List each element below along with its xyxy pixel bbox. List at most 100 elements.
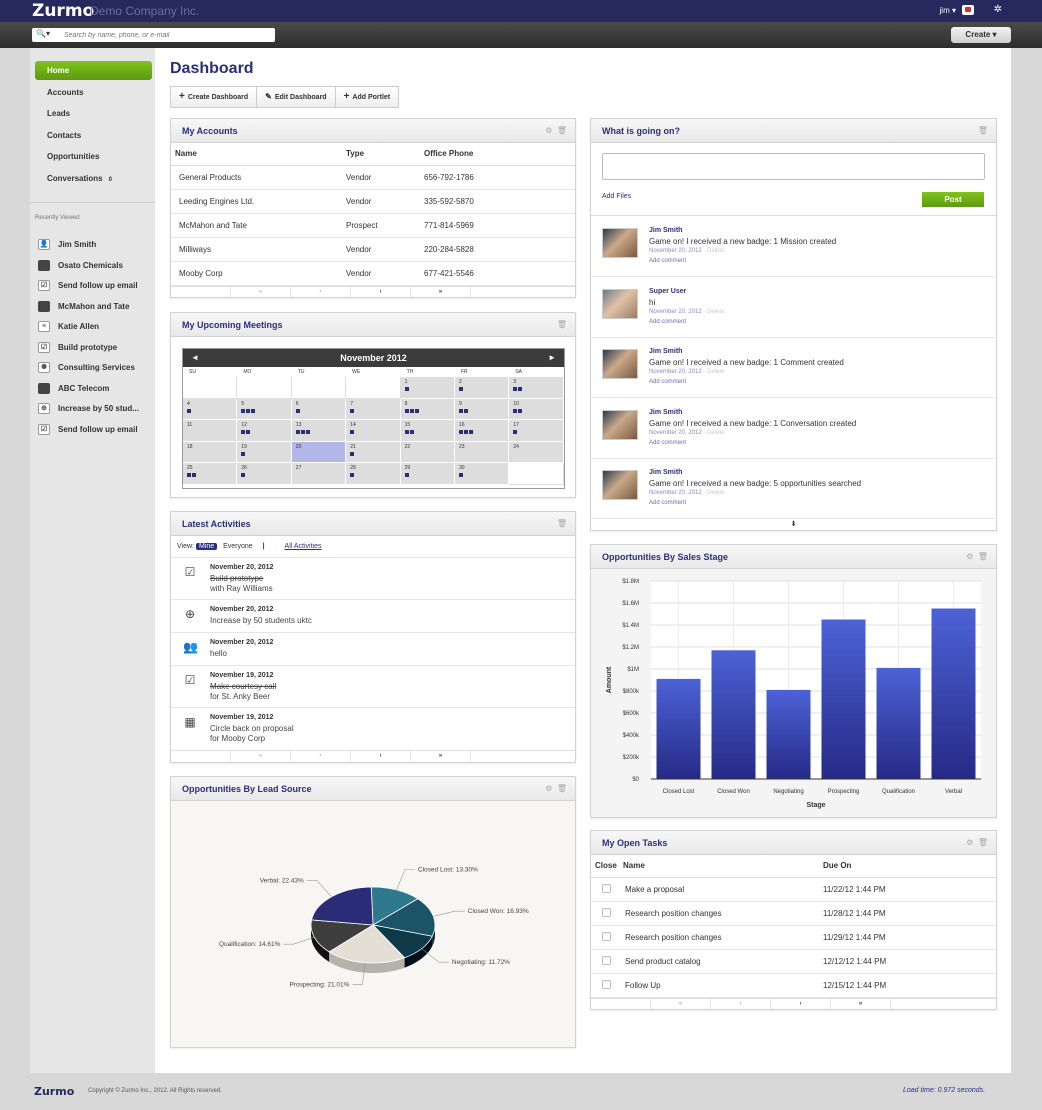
task-name-link[interactable]: Make a proposal [621, 877, 821, 902]
calendar-day[interactable]: 6 [291, 398, 347, 421]
activity-subject[interactable]: Make courtesy call [210, 682, 276, 691]
avatar[interactable] [602, 470, 638, 501]
last-page-button[interactable]: » [831, 999, 891, 1009]
zurmo-logo[interactable]: Zurmo [32, 1, 94, 21]
table-row[interactable]: General Products Vendor 656-792-1786 [171, 165, 575, 190]
close-task-checkbox[interactable] [602, 955, 611, 965]
activity-item[interactable]: ☑ November 19, 2012 Make courtesy call for … [171, 666, 575, 708]
close-task-checkbox[interactable] [602, 979, 611, 989]
task-name-link[interactable]: Send product catalog [621, 949, 821, 974]
all-activities-link[interactable]: All Activities [285, 543, 322, 550]
calendar-day[interactable]: 16 [455, 420, 510, 442]
meeting-markers[interactable] [459, 473, 464, 478]
feed-author-link[interactable]: Jim Smith [649, 469, 682, 476]
calendar-day[interactable]: 12 [237, 420, 292, 442]
meeting-markers[interactable] [404, 387, 410, 391]
recently-viewed-item[interactable]: ■ Osato Chemicals [38, 259, 123, 273]
table-row[interactable]: Make a proposal 11/22/12 1:44 PM [591, 877, 996, 902]
last-page-button[interactable]: » [411, 287, 471, 297]
calendar-day[interactable]: 1 [400, 377, 455, 399]
delete-link[interactable]: Delete [707, 248, 724, 254]
delete-link[interactable]: Delete [707, 430, 724, 436]
trash-icon[interactable]: 🗑 [557, 320, 567, 329]
activity-item[interactable]: 👥 November 20, 2012 hello [171, 633, 575, 666]
close-task-checkbox[interactable] [602, 931, 611, 941]
prev-page-button[interactable]: ‹ [291, 751, 351, 761]
recently-viewed-item[interactable]: ✺ Consulting Services [38, 361, 135, 375]
column-header[interactable]: Name [171, 143, 343, 166]
recently-viewed-item[interactable]: ■ McMahon and Tate [38, 300, 129, 314]
calendar-day[interactable]: 2 [455, 377, 510, 399]
add-files-link[interactable]: Add Files [602, 193, 631, 200]
account-name-link[interactable]: Leeding Engines Ltd. [171, 189, 343, 214]
sidebar-item-leads[interactable]: Leads [35, 104, 152, 123]
meeting-markers[interactable] [404, 473, 410, 478]
calendar-day[interactable]: 15 [400, 420, 455, 442]
first-page-button[interactable]: « [231, 287, 291, 297]
prev-page-button[interactable]: ‹ [711, 999, 771, 1009]
filter-everyone[interactable]: Everyone [223, 543, 253, 550]
avatar[interactable] [602, 288, 638, 319]
account-name-link[interactable]: McMahon and Tate [171, 213, 343, 238]
calendar-day[interactable]: 20 [291, 441, 347, 464]
add-portlet-button[interactable]: + Add Portlet [336, 87, 399, 107]
next-page-button[interactable]: › [351, 287, 411, 297]
add-comment-link[interactable]: Add comment [649, 379, 686, 385]
table-row[interactable]: Research position changes 11/29/12 1:44 P… [591, 925, 996, 950]
feed-author-link[interactable]: Jim Smith [649, 348, 682, 355]
meeting-markers[interactable] [295, 408, 301, 413]
bar-closed-lost[interactable] [656, 678, 701, 779]
calendar-day[interactable]: 19 [237, 441, 292, 464]
bar-prospecting[interactable] [821, 619, 866, 780]
activity-item[interactable]: ⊕ November 20, 2012 Increase by 50 student… [171, 600, 575, 633]
calendar-day[interactable]: 29 [400, 463, 455, 485]
calendar-day[interactable]: 4 [183, 398, 238, 421]
trash-icon[interactable]: 🗑 [557, 126, 567, 135]
calendar-day[interactable]: 18 [183, 441, 238, 464]
account-name-link[interactable]: General Products [171, 165, 343, 190]
table-row[interactable]: Milliways Vendor 220-284-5828 [171, 237, 575, 262]
feed-author-link[interactable]: Super User [649, 288, 686, 295]
sidebar-item-opportunities[interactable]: Opportunities [35, 147, 152, 166]
next-page-button[interactable]: › [351, 751, 411, 761]
column-header[interactable]: Close [591, 855, 621, 878]
avatar[interactable] [602, 228, 638, 258]
recently-viewed-item[interactable]: ☑ Send follow up email [38, 279, 138, 293]
meeting-markers[interactable] [513, 387, 523, 391]
table-row[interactable]: Send product catalog 12/12/12 1:44 PM [591, 949, 996, 974]
feed-post-input[interactable] [602, 153, 985, 180]
activity-subject[interactable]: Increase by 50 students uktc [210, 616, 312, 625]
calendar-day[interactable]: 30 [455, 463, 510, 485]
trash-icon[interactable]: 🗑 [978, 126, 988, 135]
calendar-day[interactable]: 28 [346, 463, 401, 485]
calendar-day[interactable]: 17 [509, 420, 564, 442]
sidebar-item-home[interactable]: Home [35, 61, 152, 80]
meeting-markers[interactable] [241, 408, 256, 413]
calendar-day[interactable]: 11 [183, 420, 238, 442]
calendar-day[interactable]: 14 [346, 420, 401, 442]
table-row[interactable]: Leeding Engines Ltd. Vendor 335-592-5870 [171, 189, 575, 214]
avatar[interactable] [602, 349, 638, 380]
add-comment-link[interactable]: Add comment [649, 500, 686, 506]
trash-icon[interactable]: 🗑 [557, 784, 567, 793]
meeting-markers[interactable] [459, 430, 474, 435]
first-page-button[interactable]: « [231, 751, 291, 761]
calendar-day[interactable]: 24 [509, 441, 564, 464]
activity-subject[interactable]: hello [210, 649, 227, 658]
create-dashboard-button[interactable]: + Create Dashboard [171, 87, 258, 107]
column-header[interactable]: Type [343, 143, 421, 166]
meeting-markers[interactable] [513, 430, 518, 435]
recently-viewed-item[interactable]: ☑ Send follow up email [38, 423, 138, 437]
sidebar-item-contacts[interactable]: Contacts [35, 126, 152, 145]
last-page-button[interactable]: » [411, 751, 471, 761]
close-task-checkbox[interactable] [602, 883, 611, 893]
trash-icon[interactable]: 🗑 [557, 519, 567, 528]
settings-gear-icon[interactable]: ✲ [994, 4, 1002, 15]
table-row[interactable]: McMahon and Tate Prospect 771-814-5969 [171, 213, 575, 238]
calendar-day[interactable]: 13 [291, 420, 347, 442]
calendar-day[interactable]: 26 [237, 463, 292, 485]
bar-verbal[interactable] [931, 608, 976, 780]
activity-item[interactable]: ▦ November 19, 2012 Circle back on proposa… [171, 708, 575, 751]
table-row[interactable]: Follow Up 12/15/12 1:44 PM [591, 973, 996, 998]
column-header[interactable]: Office Phone [421, 143, 575, 166]
